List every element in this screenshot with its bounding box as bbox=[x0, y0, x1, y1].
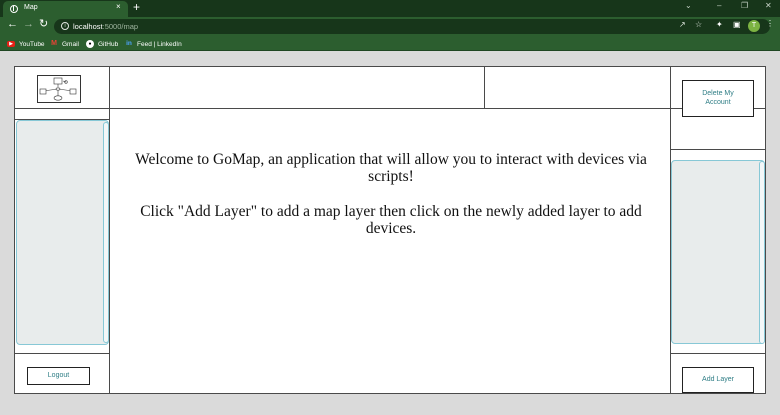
welcome-intro-text: Welcome to GoMap, an application that wi… bbox=[135, 151, 647, 185]
browser-toolbar: ← → ↻ i localhost:5000/map ↗ ☆ ✦ ▣ T ⋮ bbox=[0, 17, 780, 36]
bookmark-star-icon[interactable]: ☆ bbox=[695, 21, 702, 29]
url-path: :5000/map bbox=[102, 22, 139, 31]
header-bottom-line bbox=[15, 108, 765, 109]
layers-panel[interactable] bbox=[671, 160, 765, 344]
header-divider bbox=[484, 67, 485, 108]
app-page: Logout Delete My Account Add Layer Welco… bbox=[14, 66, 766, 394]
welcome-instructions-text: Click "Add Layer" to add a map layer the… bbox=[140, 203, 642, 237]
share-icon[interactable]: ↗ bbox=[679, 21, 686, 29]
bookmark-label: Gmail bbox=[62, 40, 79, 48]
right-panel-bottom-line bbox=[670, 353, 765, 354]
add-layer-button[interactable]: Add Layer bbox=[682, 367, 754, 393]
maximize-icon[interactable]: ❐ bbox=[741, 2, 748, 10]
linkedin-icon: in bbox=[126, 40, 132, 47]
left-panel-scrollbar[interactable] bbox=[103, 122, 109, 343]
logout-button[interactable]: Logout bbox=[27, 367, 90, 385]
back-arrow-icon[interactable]: ← bbox=[7, 19, 18, 30]
bookmark-linkedin[interactable]: in Feed | LinkedIn bbox=[125, 39, 182, 49]
bookmark-github[interactable]: ● GitHub bbox=[86, 39, 118, 49]
globe-icon bbox=[10, 5, 18, 13]
minimize-icon[interactable]: – bbox=[717, 2, 721, 10]
bookmarks-bar: ▶ YouTube M Gmail ● GitHub in Feed | Lin… bbox=[0, 36, 780, 51]
new-tab-button[interactable]: + bbox=[133, 1, 140, 13]
left-panel-bottom-line bbox=[15, 353, 110, 354]
bookmark-label: GitHub bbox=[98, 40, 119, 48]
gmail-icon: M bbox=[51, 40, 57, 47]
address-url[interactable]: localhost:5000/map bbox=[73, 22, 138, 31]
browser-tab[interactable]: Map × bbox=[3, 1, 128, 17]
close-window-icon[interactable]: ✕ bbox=[765, 2, 772, 10]
extensions-puzzle-icon[interactable]: ✦ bbox=[716, 21, 723, 29]
network-diagram-icon bbox=[39, 77, 77, 101]
youtube-icon: ▶ bbox=[7, 41, 15, 47]
bookmark-youtube[interactable]: ▶ YouTube bbox=[7, 39, 45, 49]
welcome-message: Welcome to GoMap, an application that wi… bbox=[115, 151, 667, 237]
url-host: localhost bbox=[73, 22, 103, 31]
close-tab-icon[interactable]: × bbox=[116, 3, 121, 11]
left-device-panel[interactable] bbox=[16, 120, 109, 345]
gomap-logo bbox=[37, 75, 81, 103]
bookmark-label: YouTube bbox=[19, 40, 45, 48]
address-bar[interactable]: i localhost:5000/map ↗ ☆ bbox=[54, 19, 770, 34]
kebab-menu-icon[interactable]: ⋮ bbox=[766, 20, 774, 28]
reload-icon[interactable]: ↻ bbox=[39, 19, 48, 30]
browser-tab-strip: Map × + ⌄ – ❐ ✕ bbox=[0, 0, 780, 17]
github-icon: ● bbox=[86, 40, 94, 48]
right-panel-top-line bbox=[670, 149, 765, 150]
tab-search-chevron-icon[interactable]: ⌄ bbox=[685, 2, 692, 10]
bookmark-gmail[interactable]: M Gmail bbox=[50, 39, 79, 49]
profile-avatar[interactable]: T bbox=[748, 20, 760, 32]
site-info-icon[interactable]: i bbox=[61, 22, 69, 30]
tab-title: Map bbox=[24, 4, 38, 11]
layers-panel-scrollbar[interactable] bbox=[759, 161, 765, 344]
forward-arrow-icon[interactable]: → bbox=[23, 19, 34, 30]
left-column-divider bbox=[109, 67, 110, 393]
side-panel-icon[interactable]: ▣ bbox=[733, 21, 741, 29]
delete-account-button[interactable]: Delete My Account bbox=[682, 80, 754, 117]
bookmark-label: Feed | LinkedIn bbox=[137, 40, 182, 48]
